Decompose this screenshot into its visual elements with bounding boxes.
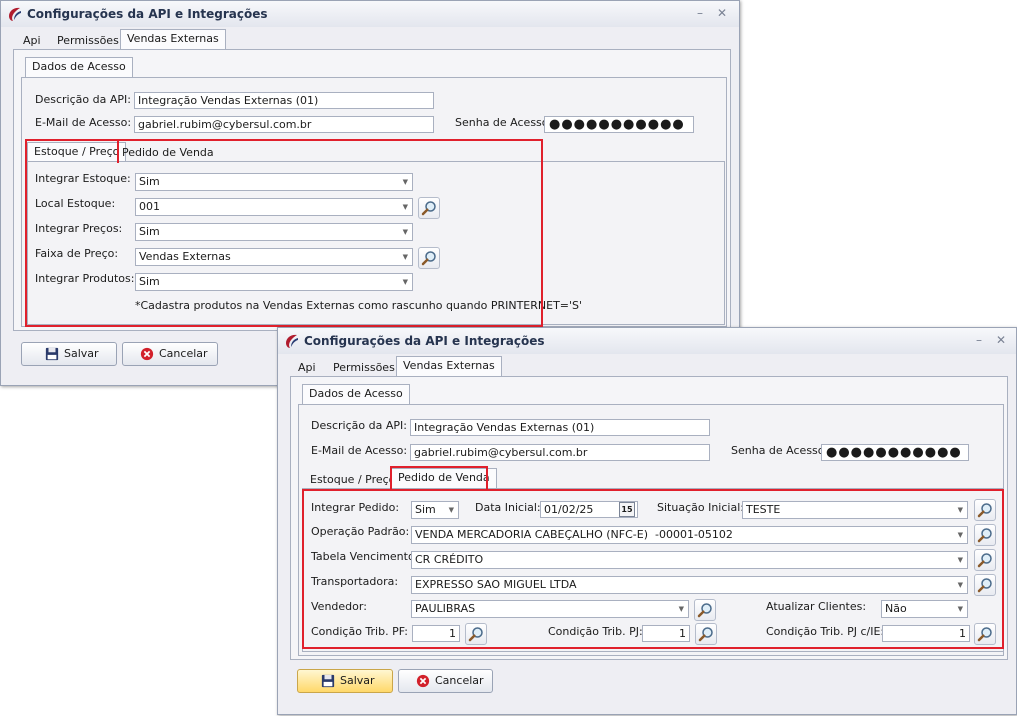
- senha-input[interactable]: ●●●●●●●●●●●: [821, 444, 969, 461]
- email-input[interactable]: gabriel.rubim@cybersul.com.br: [134, 116, 434, 133]
- salvar-label: Salvar: [64, 347, 99, 360]
- cancel-x-icon: [416, 674, 430, 688]
- tab-vendas-externas[interactable]: Vendas Externas: [120, 29, 226, 50]
- email-label: E-Mail de Acesso:: [311, 444, 408, 457]
- email-input[interactable]: gabriel.rubim@cybersul.com.br: [410, 444, 710, 461]
- highlight-estoque: [25, 139, 543, 327]
- minimize-icon[interactable]: –: [693, 6, 707, 20]
- cancelar-label: Cancelar: [435, 674, 484, 687]
- senha-label: Senha de Acesso:: [455, 116, 553, 129]
- title-bar: Configurações da API e Integrações – ✕: [1, 1, 739, 27]
- email-label: E-Mail de Acesso:: [35, 116, 132, 129]
- app-logo-icon: [286, 334, 298, 348]
- highlight-estoque-tab: [25, 139, 119, 163]
- api-desc-input[interactable]: Integração Vendas Externas (01): [410, 419, 710, 436]
- api-desc-input[interactable]: Integração Vendas Externas (01): [134, 92, 434, 109]
- senha-label: Senha de Acesso:: [731, 444, 829, 457]
- senha-input[interactable]: ●●●●●●●●●●●: [544, 116, 694, 133]
- window-api-config-pedido: Configurações da API e Integrações – ✕ A…: [277, 327, 1017, 715]
- close-icon[interactable]: ✕: [994, 333, 1008, 347]
- api-desc-label: Descrição da API:: [35, 93, 131, 106]
- floppy-disk-icon: [321, 674, 335, 688]
- cancelar-button[interactable]: Cancelar: [122, 342, 218, 366]
- close-icon[interactable]: ✕: [715, 6, 729, 20]
- floppy-disk-icon: [45, 347, 59, 361]
- title-bar: Configurações da API e Integrações – ✕: [278, 328, 1016, 354]
- minimize-icon[interactable]: –: [972, 333, 986, 347]
- highlight-pedido-tab: [390, 466, 488, 491]
- tab-vendas-externas[interactable]: Vendas Externas: [396, 356, 502, 377]
- salvar-label: Salvar: [340, 674, 375, 687]
- window-title: Configurações da API e Integrações: [304, 334, 545, 348]
- salvar-button[interactable]: Salvar: [297, 669, 393, 693]
- subtab-dados-acesso[interactable]: Dados de Acesso: [302, 384, 410, 405]
- cancelar-button[interactable]: Cancelar: [398, 669, 493, 693]
- cancel-x-icon: [140, 347, 154, 361]
- salvar-button[interactable]: Salvar: [21, 342, 117, 366]
- app-logo-icon: [9, 7, 21, 21]
- window-title: Configurações da API e Integrações: [27, 7, 268, 21]
- subtab-dados-acesso[interactable]: Dados de Acesso: [25, 57, 133, 78]
- cancelar-label: Cancelar: [159, 347, 208, 360]
- highlight-pedido: [302, 489, 1004, 649]
- api-desc-label: Descrição da API:: [311, 419, 407, 432]
